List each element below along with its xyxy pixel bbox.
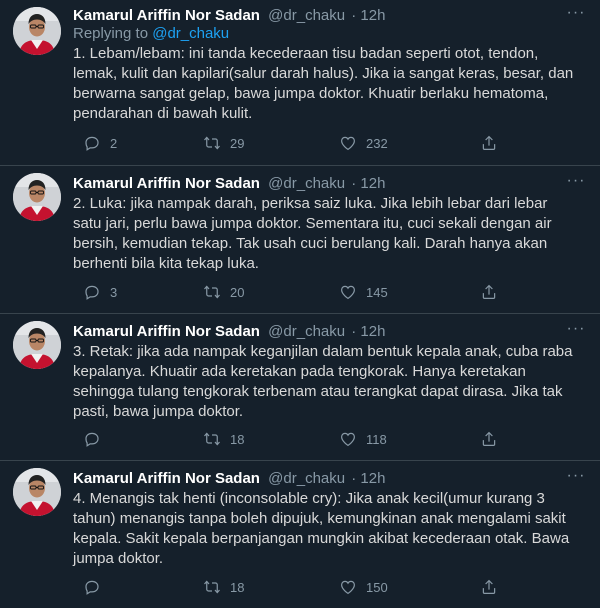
tweet-time[interactable]: · 12h [351,7,385,24]
share-button[interactable] [480,283,498,301]
retweet-icon [203,578,221,596]
author-name[interactable]: Kamarul Ariffin Nor Sadan [73,470,260,487]
retweet-button[interactable]: 18 [203,430,244,448]
retweet-button[interactable]: 18 [203,578,244,596]
tweet-actions: 18 150 [73,578,533,598]
like-button[interactable]: 150 [339,578,388,596]
reply-icon [83,134,101,152]
like-count: 232 [366,135,388,151]
like-icon [339,430,357,448]
reply-icon [83,430,101,448]
retweet-icon [203,134,221,152]
author-name[interactable]: Kamarul Ariffin Nor Sadan [73,7,260,24]
reply-count: 3 [110,284,118,300]
tweet-header: Kamarul Ariffin Nor Sadan @dr_chaku · 12… [73,175,560,192]
share-button[interactable] [480,134,498,152]
reply-button[interactable]: 2 [83,134,117,152]
replying-to: Replying to @dr_chaku [73,25,229,42]
share-icon [480,430,498,448]
author-handle[interactable]: @dr_chaku [268,7,345,24]
tweet[interactable]: Kamarul Ariffin Nor Sadan @dr_chaku · 12… [0,166,600,314]
share-button[interactable] [480,578,498,596]
tweet-text: 3. Retak: jika ada nampak keganjilan dal… [73,343,573,420]
avatar[interactable] [13,321,61,369]
like-button[interactable]: 232 [339,134,388,152]
retweet-icon [203,283,221,301]
replying-prefix: Replying to [73,25,149,42]
reply-button[interactable] [83,430,110,448]
tweet-header: Kamarul Ariffin Nor Sadan @dr_chaku · 12… [73,7,560,24]
tweet-actions: 2 29 232 [73,134,533,154]
like-icon [339,134,357,152]
retweet-button[interactable]: 20 [203,283,244,301]
tweet-actions: 18 118 [73,430,533,450]
retweet-count: 29 [230,135,245,151]
author-handle[interactable]: @dr_chaku [268,470,345,487]
tweet-actions: 3 20 145 [73,283,533,303]
tweet-header: Kamarul Ariffin Nor Sadan @dr_chaku · 12… [73,323,560,340]
share-icon [480,134,498,152]
author-name[interactable]: Kamarul Ariffin Nor Sadan [73,323,260,340]
share-icon [480,578,498,596]
reply-icon [83,578,101,596]
tweet-text: 4. Menangis tak henti (inconsolable cry)… [73,490,570,567]
tweet[interactable]: Kamarul Ariffin Nor Sadan @dr_chaku · 12… [0,0,600,166]
reply-button[interactable]: 3 [83,283,117,301]
reply-button[interactable] [83,578,110,596]
more-icon[interactable]: ··· [566,468,586,485]
like-count: 118 [366,431,387,447]
more-icon[interactable]: ··· [566,173,586,190]
tweet-time[interactable]: · 12h [351,323,385,340]
like-count: 145 [366,284,388,300]
like-icon [339,578,357,596]
like-button[interactable]: 118 [339,430,387,448]
author-handle[interactable]: @dr_chaku [268,323,345,340]
tweet-time[interactable]: · 12h [351,175,385,192]
more-icon[interactable]: ··· [566,321,586,338]
like-count: 150 [366,579,388,595]
replying-to-link[interactable]: @dr_chaku [152,25,229,42]
reply-icon [83,283,101,301]
share-button[interactable] [480,430,498,448]
tweet[interactable]: Kamarul Ariffin Nor Sadan @dr_chaku · 12… [0,314,600,461]
share-icon [480,283,498,301]
author-handle[interactable]: @dr_chaku [268,175,345,192]
tweet-header: Kamarul Ariffin Nor Sadan @dr_chaku · 12… [73,470,560,487]
tweet-time[interactable]: · 12h [351,470,385,487]
tweet[interactable]: Kamarul Ariffin Nor Sadan @dr_chaku · 12… [0,461,600,608]
like-button[interactable]: 145 [339,283,388,301]
retweet-count: 18 [230,431,245,447]
author-name[interactable]: Kamarul Ariffin Nor Sadan [73,175,260,192]
avatar[interactable] [13,468,61,516]
like-icon [339,283,357,301]
reply-count: 2 [110,135,118,151]
retweet-count: 20 [230,284,245,300]
tweet-text: 2. Luka: jika nampak darah, periksa saiz… [73,195,552,272]
retweet-button[interactable]: 29 [203,134,244,152]
tweet-text: 1. Lebam/lebam: ini tanda kecederaan tis… [73,45,574,122]
avatar[interactable] [13,173,61,221]
retweet-icon [203,430,221,448]
avatar[interactable] [13,7,61,55]
retweet-count: 18 [230,579,245,595]
more-icon[interactable]: ··· [566,5,586,22]
